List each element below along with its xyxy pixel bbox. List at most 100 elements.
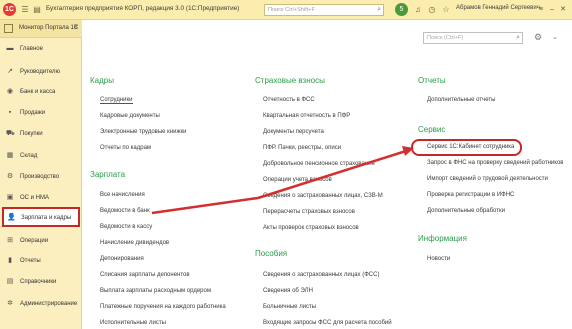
sidebar-item-manager[interactable]: ↗ Руководителю [2,62,80,82]
sidebar-item-production[interactable]: ⚙ Производство [2,167,80,187]
link-fns-check[interactable]: Запрос в ФНС на проверку сведений работн… [427,160,564,166]
assets-icon: ▣ [6,194,14,201]
minimize-icon[interactable]: – [547,4,557,15]
history-icon[interactable]: ◷ [427,5,437,15]
link-depositor-writeoffs[interactable]: Списания зарплаты депонентов [100,272,190,278]
link-pfr-quarterly[interactable]: Квартальная отчетность в ПФР [263,113,350,119]
link-contribution-operations[interactable]: Операции учета взносов [263,177,332,183]
monitor-icon [4,24,13,33]
sidebar-item-label: Операции [20,238,49,244]
link-depositing[interactable]: Депонирования [100,256,144,262]
link-fss-requests[interactable]: Входящие запросы ФСС для расчета пособий [263,320,392,326]
sidebar-top-tab[interactable]: Монитор Портала 1С ✕ [0,20,82,38]
sidebar-item-sales[interactable]: ▪ Продажи [2,103,80,123]
section-title-kadry: Кадры [90,76,114,85]
home-icon: ▬ [6,45,14,52]
sidebar-item-label: Отчеты [20,258,41,264]
sidebar-item-label: ОС и НМА [20,195,50,201]
gear-icon: ✲ [7,300,13,307]
section-title-service: Сервис [418,125,446,134]
link-e-workbooks[interactable]: Электронные трудовые книжки [100,129,186,135]
reports-icon: ▮ [8,257,12,264]
sidebar-item-salary[interactable]: 👤 Зарплата и кадры [2,207,80,227]
sidebar-item-purchases[interactable]: ⛟ Покупки [2,124,80,144]
link-personal-accounting[interactable]: Документы персучета [263,129,324,135]
search-icon[interactable]: ⌕ [377,5,381,15]
warehouse-icon: ▦ [6,152,14,159]
notifications-badge-icon[interactable]: 5 [395,3,408,16]
global-search-input[interactable]: Поиск Ctrl+Shift+F ⌕ [264,4,384,16]
sidebar-item-label: Справочники [20,279,57,285]
menu-icon[interactable]: ☰ [20,5,30,15]
link-payment-orders[interactable]: Платежные поручения на каждого работника [100,304,226,310]
section-title-insurance: Страховые взносы [255,76,325,85]
link-recalculations[interactable]: Перерасчеты страховых взносов [263,209,355,215]
link-audit-acts[interactable]: Акты проверок страховых взносов [263,225,359,231]
navigation-icon[interactable]: ▤ [32,5,42,15]
panel-search-input[interactable]: Поиск (Ctrl+F) ⌕ [423,32,523,44]
link-news[interactable]: Новости [427,256,450,262]
sidebar-item-assets[interactable]: ▣ ОС и НМА [2,188,80,208]
bank-icon: ◉ [6,88,14,95]
link-eln-info[interactable]: Сведения об ЭЛН [263,288,313,294]
sidebar-item-admin[interactable]: ✲ Администрирование [2,294,80,314]
cart-icon: ⛟ [6,130,15,137]
link-writs[interactable]: Исполнительные листы [100,320,166,326]
sales-icon: ▪ [8,109,12,116]
bell-icon[interactable]: ♫ [413,5,423,15]
close-icon[interactable]: ✕ [558,4,568,15]
link-voluntary-pension[interactable]: Добровольное пенсионное страхование [263,161,375,167]
link-hr-documents[interactable]: Кадровые документы [100,113,160,119]
link-employee-cabinet[interactable]: Сервис 1С:Кабинет сотрудника [427,144,514,150]
sidebar-item-warehouse[interactable]: ▦ Склад [2,146,80,166]
sidebar-item-label: Продажи [20,110,46,116]
section-title-benefits: Пособия [255,249,288,258]
chevron-down-icon[interactable]: ⌄ [552,33,558,41]
link-import-labor[interactable]: Импорт сведений о трудовой деятельности [427,176,548,182]
link-hr-reports[interactable]: Отчеты по кадрам [100,145,151,151]
person-icon: 👤 [7,214,16,221]
link-cash-order-payout[interactable]: Выплата зарплаты расходным ордером [100,288,211,294]
section-title-reports: Отчеты [418,76,446,85]
directory-icon: ▤ [6,278,14,285]
sidebar-item-operations[interactable]: ⊞ Операции [2,231,80,251]
section-panel: Поиск (Ctrl+F) ⌕ ⚙ ⌄ Кадры Сотрудники Ка… [83,20,572,329]
panel-search-placeholder: Поиск (Ctrl+F) [427,35,464,41]
section-title-zarplata: Зарплата [90,170,126,179]
link-additional-reports[interactable]: Дополнительные отчеты [427,97,495,103]
link-employees[interactable]: Сотрудники [100,97,133,104]
link-dividends[interactable]: Начисление дивидендов [100,240,169,246]
favorites-icon[interactable]: ☆ [441,5,451,15]
link-pfr-packs[interactable]: ПФР. Пачки, реестры, описи [263,145,341,151]
operations-icon: ⊞ [7,237,13,244]
close-tab-icon[interactable]: ✕ [73,23,79,31]
sections-sidebar: Монитор Портала 1С ✕ ▬ Главное ↗ Руковод… [0,20,82,329]
sidebar-item-reports[interactable]: ▮ Отчеты [2,251,80,271]
search-icon[interactable]: ⌕ [516,33,520,43]
link-szv-m[interactable]: Сведения о застрахованных лицах, СЗВ-М [263,193,383,199]
sidebar-item-label: Производство [20,174,60,180]
sidebar-item-bank[interactable]: ◉ Банк и касса [2,82,80,102]
link-bank-statements[interactable]: Ведомости в банк [100,208,150,214]
section-title-info: Информация [418,234,467,243]
link-sick-leaves[interactable]: Больничные листы [263,304,316,310]
user-name[interactable]: Абрамов Геннадий Сергеевич [456,5,540,11]
production-icon: ⚙ [6,173,14,180]
sidebar-item-label: Склад [20,153,38,159]
link-fss-reporting[interactable]: Отчетность в ФСС [263,97,315,103]
link-additional-processing[interactable]: Дополнительные обработки [427,208,505,214]
link-insured-fss[interactable]: Сведения о застрахованных лицах (ФСС) [263,272,379,278]
sidebar-item-label: Администрирование [20,301,78,307]
sidebar-item-directories[interactable]: ▤ Справочники [2,272,80,292]
link-cash-statements[interactable]: Ведомости в кассу [100,224,152,230]
sidebar-item-label: Главное [20,46,43,52]
link-ifns-registration[interactable]: Проверка регистрации в ИФНС [427,192,514,198]
chart-icon: ↗ [7,68,13,75]
app-title: Бухгалтерия предприятия КОРП, редакция 3… [46,5,240,12]
sidebar-item-label: Зарплата и кадры [21,215,72,221]
sidebar-item-main[interactable]: ▬ Главное [2,39,80,59]
settings-gear-icon[interactable]: ⚙ [534,32,542,43]
link-all-accruals[interactable]: Все начисления [100,192,145,198]
settings-icon[interactable]: ≡ [536,4,546,15]
title-bar: 1С ☰ ▤ Бухгалтерия предприятия КОРП, ред… [0,0,572,20]
